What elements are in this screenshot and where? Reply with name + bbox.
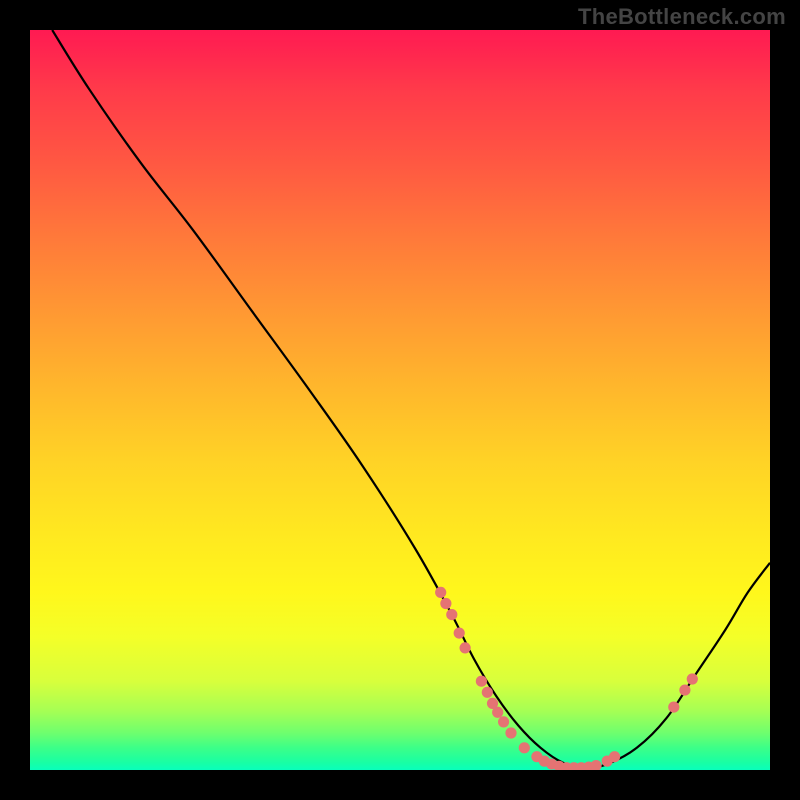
chart-point bbox=[679, 684, 690, 695]
chart-point bbox=[498, 716, 509, 727]
chart-point bbox=[519, 742, 530, 753]
chart-point bbox=[460, 642, 471, 653]
chart-point bbox=[482, 687, 493, 698]
chart-data-points bbox=[435, 587, 698, 770]
chart-point bbox=[440, 598, 451, 609]
bottleneck-curve bbox=[52, 30, 770, 768]
chart-svg bbox=[30, 30, 770, 770]
chart-point bbox=[454, 628, 465, 639]
chart-point bbox=[492, 707, 503, 718]
chart-plot-area bbox=[30, 30, 770, 770]
chart-point bbox=[687, 673, 698, 684]
chart-point bbox=[591, 760, 602, 770]
chart-point bbox=[446, 609, 457, 620]
chart-point bbox=[505, 727, 516, 738]
chart-point bbox=[668, 702, 679, 713]
watermark-text: TheBottleneck.com bbox=[578, 4, 786, 30]
chart-point bbox=[609, 751, 620, 762]
chart-point bbox=[476, 676, 487, 687]
chart-point bbox=[435, 587, 446, 598]
